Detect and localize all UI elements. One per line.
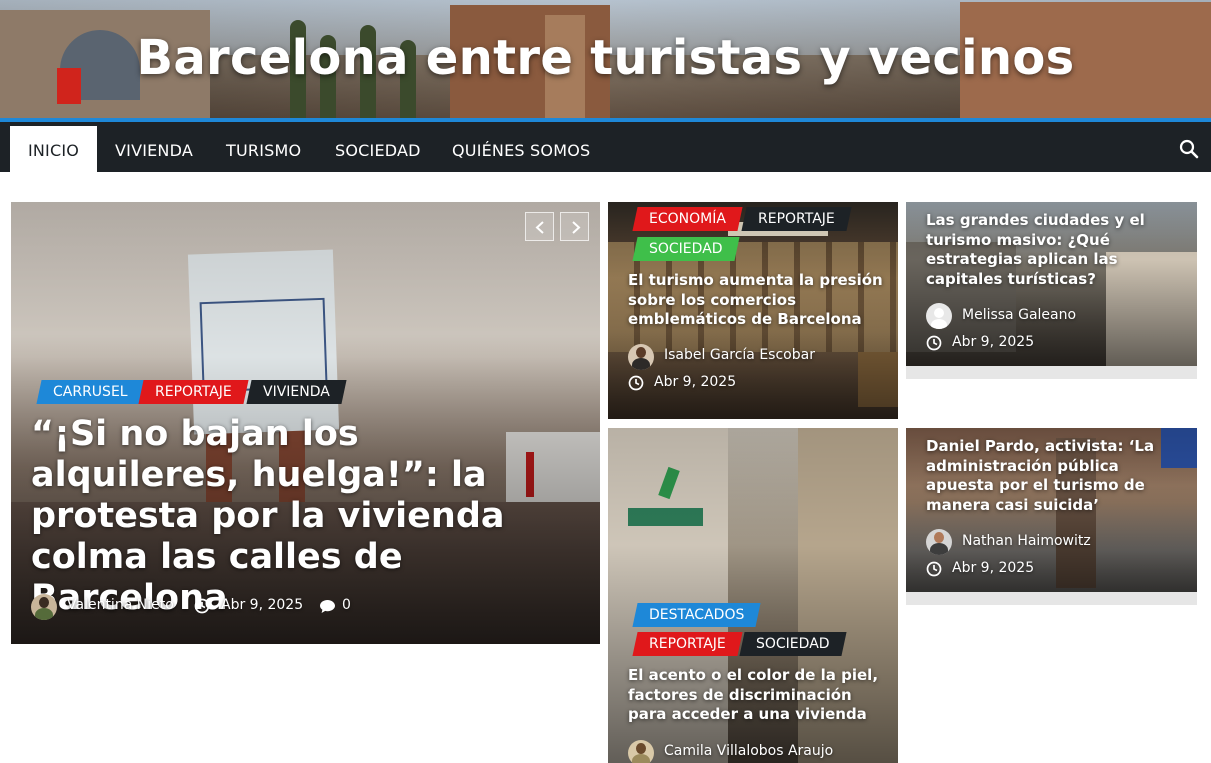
article-card[interactable]: Las grandes ciudades y el turismo masivo… (906, 202, 1197, 379)
hero-comments-count[interactable]: 0 (342, 597, 351, 613)
tag-reportaje[interactable]: REPORTAJE (138, 380, 249, 404)
avatar-body (632, 358, 650, 370)
article-author[interactable]: Nathan Haimowitz (962, 533, 1091, 549)
avatar-face (636, 347, 646, 358)
avatar-body (35, 608, 53, 620)
article-date: Abr 9, 2025 (952, 560, 1035, 576)
slider-next-button[interactable] (560, 212, 589, 241)
avatar (31, 594, 57, 620)
avatar (628, 344, 654, 370)
tag-carrusel[interactable]: CARRUSEL (36, 380, 145, 404)
clock-icon (926, 561, 942, 581)
avatar-face (934, 308, 944, 318)
article-card[interactable]: Daniel Pardo, activista: ‘La administrac… (906, 428, 1197, 605)
avatar-body (632, 754, 650, 763)
avatar-face (39, 597, 49, 608)
hero-article[interactable]: CARRUSEL REPORTAJE VIVIENDA “¡Si no baja… (11, 202, 600, 644)
site-title[interactable]: Barcelona entre turistas y vecinos (0, 30, 1211, 86)
nav-item-vivienda[interactable]: VIVIENDA (115, 126, 193, 176)
site-header: Barcelona entre turistas y vecinos (0, 0, 1211, 120)
hero-title[interactable]: “¡Si no bajan los alquileres, huelga!”: … (31, 414, 571, 619)
tag-label: REPORTAJE (758, 211, 835, 227)
tag-label: CARRUSEL (53, 384, 128, 400)
article-author[interactable]: Melissa Galeano (962, 307, 1076, 323)
nav-item-sociedad[interactable]: SOCIEDAD (335, 126, 421, 176)
clock-icon (628, 375, 644, 395)
tag-reportaje[interactable]: REPORTAJE (741, 207, 852, 231)
hero-author[interactable]: Valentina Nieto (67, 597, 174, 613)
nav-item-turismo[interactable]: TURISMO (226, 126, 301, 176)
comment-icon (319, 599, 336, 618)
article-author[interactable]: Isabel García Escobar (664, 347, 815, 363)
tag-sociedad[interactable]: SOCIEDAD (632, 237, 740, 261)
clock-icon (926, 335, 942, 355)
avatar-body (930, 543, 948, 555)
tag-reportaje[interactable]: REPORTAJE (632, 632, 743, 656)
search-icon[interactable] (1179, 139, 1199, 161)
tag-vivienda[interactable]: VIVIENDA (246, 380, 347, 404)
avatar (926, 303, 952, 329)
tag-label: SOCIEDAD (649, 241, 723, 257)
article-date: Abr 9, 2025 (654, 374, 737, 390)
avatar-body (931, 319, 947, 329)
article-date: Abr 9, 2025 (952, 334, 1035, 350)
avatar-face (636, 743, 646, 754)
main-nav: INICIO VIVIENDA TURISMO SOCIEDAD QUIÉNES… (0, 118, 1211, 176)
avatar (628, 740, 654, 763)
avatar-face (934, 532, 944, 543)
article-card[interactable]: DESTACADOS REPORTAJE SOCIEDAD El acento … (608, 428, 898, 763)
tag-label: VIVIENDA (263, 384, 330, 400)
tag-label: SOCIEDAD (756, 636, 830, 652)
tag-destacados[interactable]: DESTACADOS (632, 603, 761, 627)
tag-label: ECONOMÍA (649, 211, 726, 227)
article-card[interactable]: ECONOMÍA REPORTAJE SOCIEDAD El turismo a… (608, 202, 898, 419)
tag-label: DESTACADOS (649, 607, 745, 623)
tag-label: REPORTAJE (155, 384, 232, 400)
avatar (926, 529, 952, 555)
tag-sociedad[interactable]: SOCIEDAD (739, 632, 847, 656)
slider-prev-button[interactable] (525, 212, 554, 241)
clock-icon (194, 598, 210, 618)
nav-item-quienes-somos[interactable]: QUIÉNES SOMOS (452, 126, 590, 176)
hero-date: Abr 9, 2025 (221, 597, 304, 613)
article-title[interactable]: El acento o el color de la piel, factore… (628, 666, 890, 725)
article-author[interactable]: Camila Villalobos Araujo (664, 743, 833, 759)
tag-label: REPORTAJE (649, 636, 726, 652)
nav-item-inicio[interactable]: INICIO (10, 126, 97, 176)
article-title[interactable]: Daniel Pardo, activista: ‘La administrac… (926, 437, 1188, 515)
article-title[interactable]: El turismo aumenta la presión sobre los … (628, 271, 888, 330)
article-title[interactable]: Las grandes ciudades y el turismo masivo… (926, 211, 1188, 289)
tag-economia[interactable]: ECONOMÍA (632, 207, 743, 231)
